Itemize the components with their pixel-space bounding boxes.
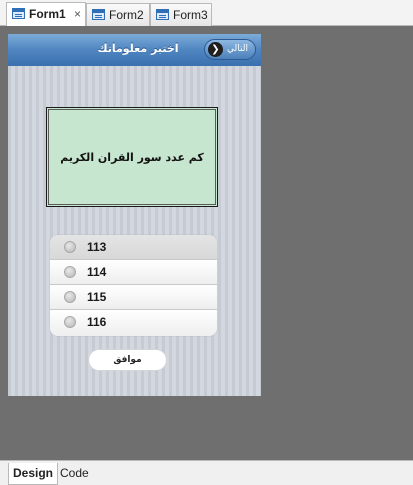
question-label: كم عدد سور القران الكريم: [46, 107, 218, 207]
radio-button[interactable]: [64, 316, 76, 328]
tab-form3[interactable]: Form3: [150, 3, 212, 26]
option-label: 113: [87, 240, 107, 254]
option-113[interactable]: 113: [50, 235, 217, 260]
view-switcher-bar: Design Code: [0, 460, 413, 485]
tab-form1[interactable]: Form1 ×: [6, 2, 86, 26]
radio-button[interactable]: [64, 266, 76, 278]
question-text: كم عدد سور القران الكريم: [60, 150, 204, 164]
close-icon[interactable]: ×: [74, 3, 81, 25]
radio-button[interactable]: [64, 291, 76, 303]
radio-button[interactable]: [64, 241, 76, 253]
tab-design[interactable]: Design: [8, 463, 59, 485]
form-titlebar: اختبر معلوماتك ❯ التالي: [8, 34, 261, 66]
tab-form2[interactable]: Form2: [86, 3, 150, 26]
next-button[interactable]: ❯ التالي: [204, 39, 256, 60]
option-116[interactable]: 116: [50, 310, 217, 336]
chevron-right-icon: ❯: [208, 42, 223, 57]
next-button-label: التالي: [227, 44, 248, 54]
option-115[interactable]: 115: [50, 285, 217, 310]
tab-code[interactable]: Code: [56, 463, 93, 485]
option-label: 114: [87, 265, 107, 279]
answer-options-group: 113 114 115 116: [50, 235, 217, 336]
form-icon: [156, 9, 169, 20]
ok-button[interactable]: موافق: [88, 349, 167, 371]
form-icon: [92, 9, 105, 20]
document-tab-bar: Form1 × Form2 Form3: [0, 0, 413, 26]
option-label: 115: [87, 290, 107, 304]
tab-form1-label: Form1: [29, 7, 66, 21]
form-title: اختبر معلوماتك: [97, 42, 179, 55]
tab-form3-label: Form3: [173, 8, 208, 22]
option-114[interactable]: 114: [50, 260, 217, 285]
option-label: 116: [87, 315, 107, 329]
form-icon: [12, 8, 25, 19]
tab-form2-label: Form2: [109, 8, 144, 22]
form-canvas: اختبر معلوماتك ❯ التالي كم عدد سور القرا…: [8, 34, 261, 396]
